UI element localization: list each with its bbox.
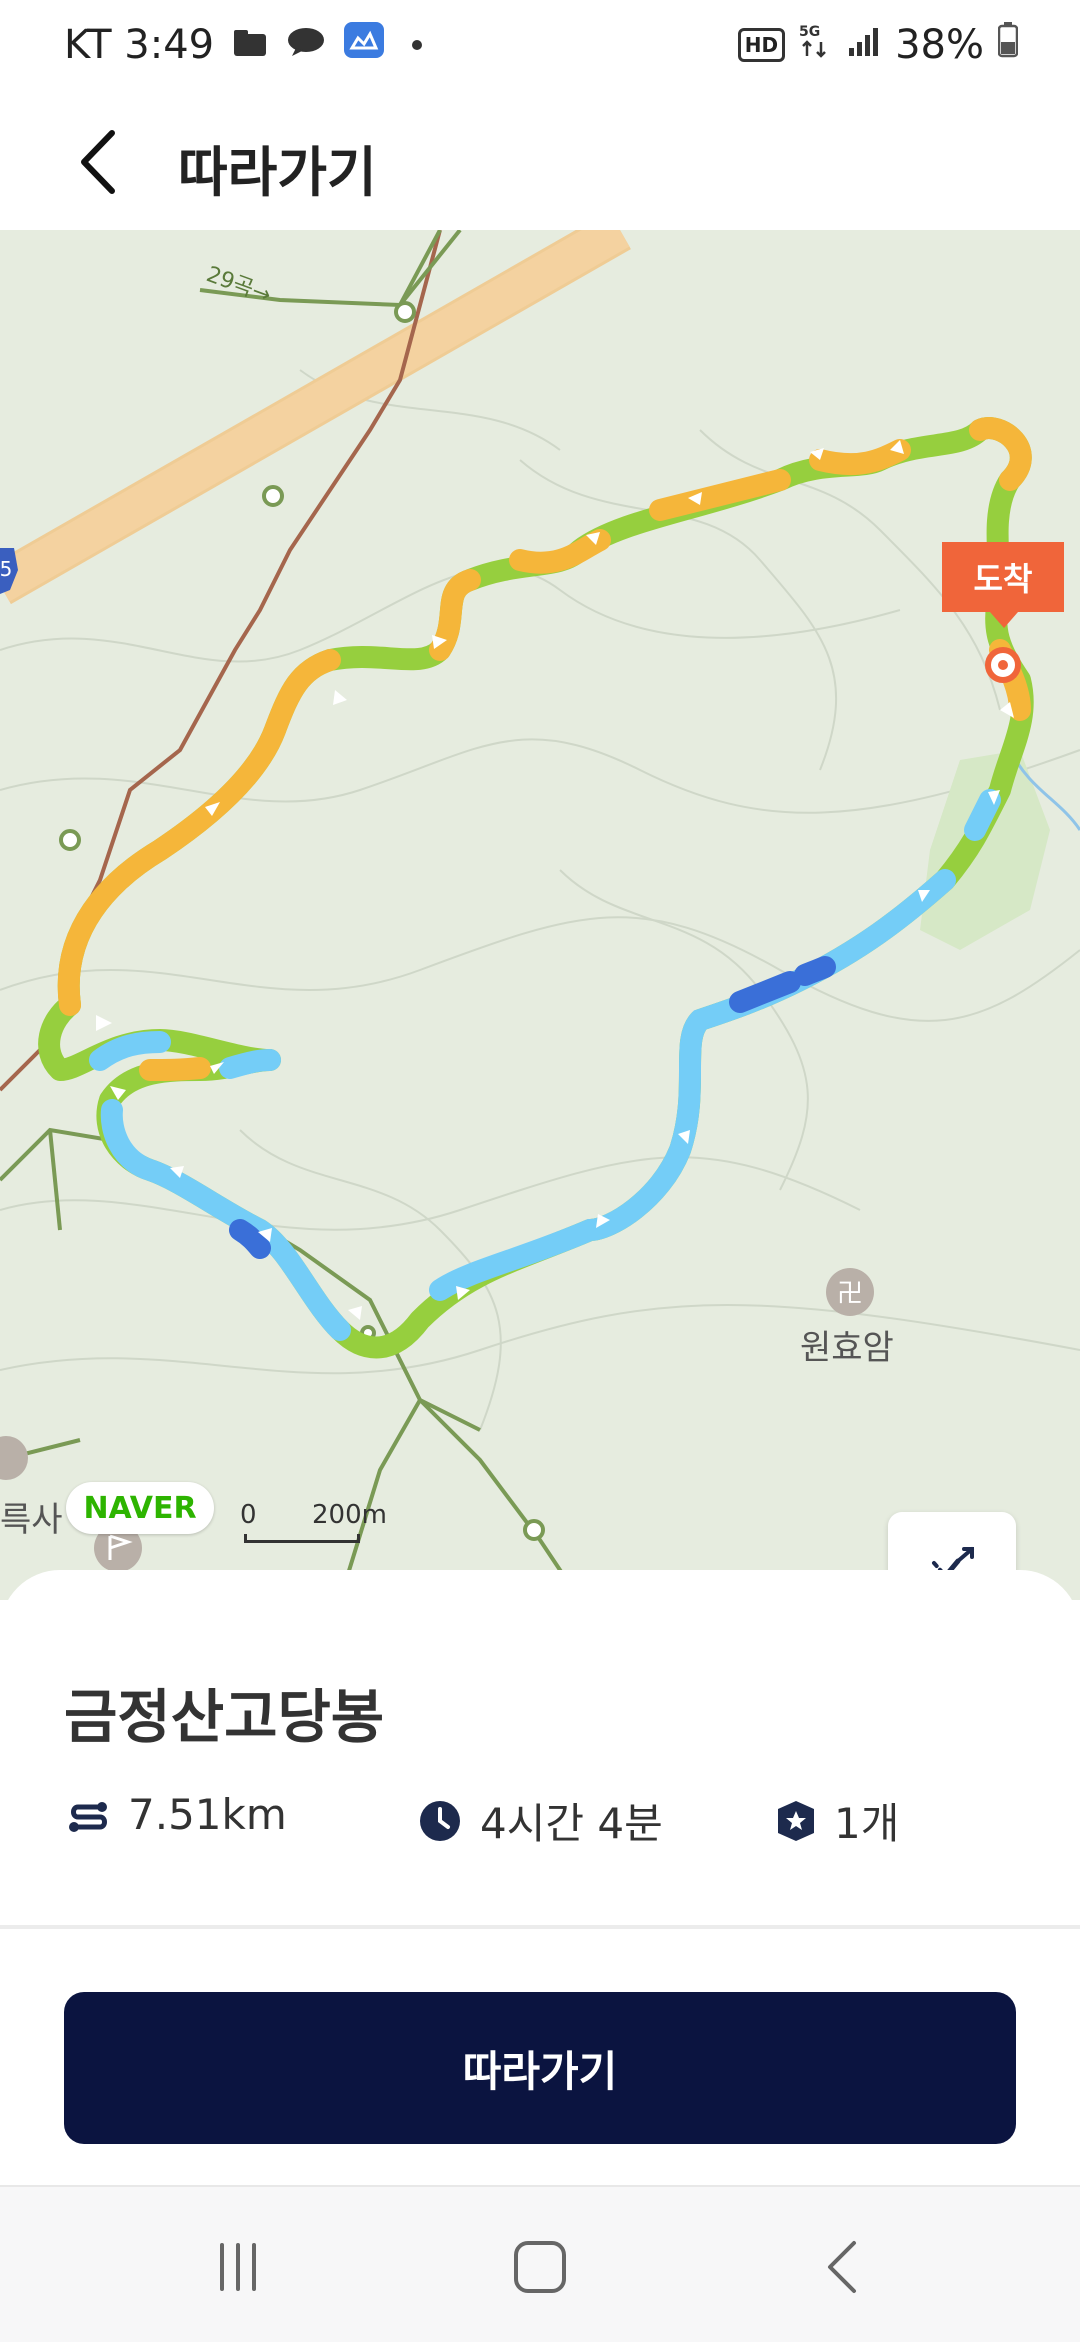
map-scale: 0 200m — [240, 1500, 387, 1543]
recent-apps-button[interactable] — [188, 2217, 288, 2317]
place-label-temple: 원효암 — [800, 1328, 894, 1368]
route-distance-icon — [69, 1801, 107, 1832]
svg-text:5: 5 — [0, 557, 12, 581]
course-title: 금정산고당봉 — [64, 1683, 385, 1751]
recent-apps-icon — [220, 2243, 256, 2291]
home-icon — [514, 2241, 566, 2293]
5g-icon: 5G — [799, 22, 833, 68]
summit-count-stat: 1개 — [776, 1790, 899, 1851]
status-left: KT 3:49 — [64, 22, 423, 68]
scale-zero: 0 — [240, 1500, 257, 1530]
clock-icon — [420, 1800, 460, 1841]
notification-dot — [412, 40, 423, 50]
duration-stat: 4시간 4분 — [418, 1790, 663, 1851]
map-canvas[interactable]: 卍 5 29곡→ — [0, 230, 1080, 1600]
sheet-divider — [0, 1925, 1080, 1929]
course-sheet: 금정산고당봉 7.51km 4시간 4분 1개 따라가기 — [0, 1570, 1080, 2185]
battery-icon — [997, 22, 1019, 68]
back-icon — [828, 2241, 856, 2293]
scale-bar — [244, 1534, 360, 1543]
follow-button[interactable]: 따라가기 — [64, 1992, 1016, 2144]
page-title: 따라가기 — [178, 141, 377, 204]
scale-label: 200m — [312, 1500, 387, 1530]
naver-logo: NAVER — [66, 1482, 214, 1534]
distance-value: 7.51km — [128, 1790, 287, 1839]
hd-icon: HD — [737, 28, 786, 62]
chevron-left-icon — [81, 130, 115, 194]
carrier-time: KT 3:49 — [64, 22, 215, 68]
svg-text:卍: 卍 — [837, 1279, 863, 1309]
arrive-tag: 도착 — [942, 542, 1064, 612]
duration-value: 4시간 4분 — [480, 1799, 663, 1848]
home-button[interactable] — [490, 2217, 590, 2317]
signal-icon — [847, 22, 881, 68]
map-view[interactable]: 卍 5 29곡→ 도착 원효암 륵사 NAVER 0 200m — [0, 230, 1080, 1600]
distance-stat: 7.51km — [66, 1790, 287, 1839]
arrive-tag-tail — [990, 612, 1018, 628]
status-right: HD 5G 38% — [737, 22, 1019, 68]
nav-back-button[interactable] — [794, 2217, 894, 2317]
svg-text:5G: 5G — [799, 24, 820, 40]
summit-count-value: 1개 — [834, 1799, 900, 1848]
chat-icon — [286, 22, 326, 68]
app-header: 따라가기 — [0, 100, 1080, 230]
place-label-left: 륵사 — [0, 1500, 63, 1540]
status-bar: KT 3:49 HD 5G 38% — [0, 0, 1080, 100]
cloud-app-icon — [344, 22, 385, 68]
road-label: 29곡→ — [203, 262, 274, 308]
back-button[interactable] — [58, 122, 138, 202]
summit-badge-icon — [778, 1800, 814, 1841]
system-nav-bar — [0, 2185, 1080, 2342]
battery-text: 38% — [895, 22, 984, 68]
folder-icon — [232, 22, 268, 68]
